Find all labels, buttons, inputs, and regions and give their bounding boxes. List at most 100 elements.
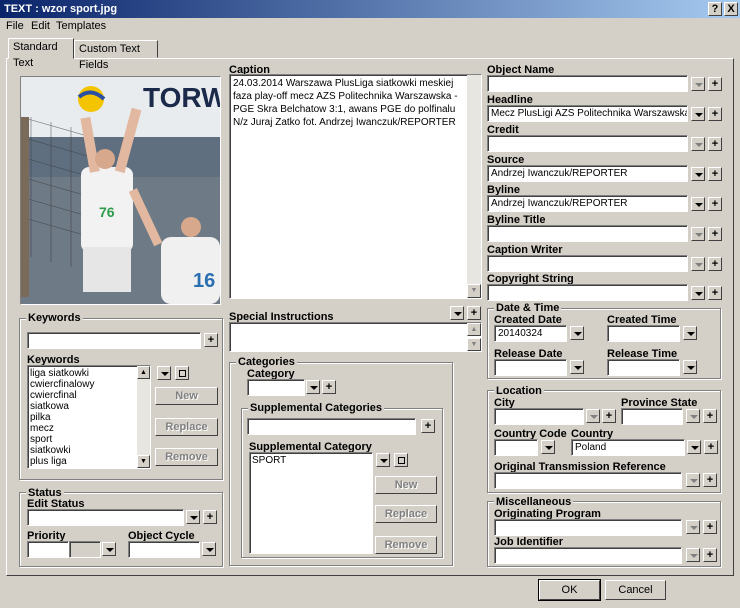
supplemental-category-list[interactable]: SPORT <box>249 452 373 554</box>
special-scroll-up[interactable]: ▲ <box>467 323 481 336</box>
byline-add-button[interactable]: + <box>708 197 722 211</box>
original-transmission-reference-add-button[interactable]: + <box>703 473 717 487</box>
originating-program-input[interactable] <box>494 519 682 536</box>
headline-input[interactable]: Mecz PlusLigi AZS Politechnika Warszawsk… <box>487 105 688 122</box>
byline-input[interactable]: Andrzej Iwanczuk/REPORTER <box>487 195 688 212</box>
caption-textarea[interactable]: 24.03.2014 Warszawa PlusLiga siatkowki m… <box>229 74 482 299</box>
job-identifier-input[interactable] <box>494 547 682 564</box>
province-state-add-button[interactable]: + <box>703 409 717 423</box>
supplemental-replace-button[interactable]: Replace <box>375 505 437 523</box>
object-cycle-input[interactable] <box>128 541 200 558</box>
keyword-item[interactable]: siatkowa <box>30 401 69 412</box>
keyword-item[interactable]: liga siatkowki <box>30 368 89 379</box>
created-date-input[interactable]: 20140324 <box>494 325 567 342</box>
job-identifier-dropdown[interactable] <box>686 548 700 562</box>
byline-title-input[interactable] <box>487 225 688 242</box>
keyword-list-options-icon[interactable] <box>175 366 189 380</box>
credit-add-button[interactable]: + <box>708 137 722 151</box>
credit-dropdown[interactable] <box>691 137 705 151</box>
original-transmission-reference-dropdown[interactable] <box>686 473 700 487</box>
category-add-button[interactable]: + <box>322 380 336 394</box>
keyword-list-dropdown[interactable] <box>157 366 171 380</box>
country-code-dropdown[interactable] <box>541 440 555 454</box>
special-scroll-down[interactable]: ▼ <box>467 338 481 351</box>
tab-standard-text[interactable]: Standard Text <box>8 38 74 69</box>
special-instructions-dropdown[interactable] <box>450 306 464 320</box>
province-state-dropdown[interactable] <box>686 409 700 423</box>
keyword-input[interactable] <box>27 332 201 349</box>
priority-input[interactable] <box>27 541 69 558</box>
supplemental-list-options-icon[interactable] <box>394 453 408 467</box>
keyword-remove-button[interactable]: Remove <box>155 448 218 466</box>
keywords-scrollbar[interactable] <box>137 366 150 468</box>
country-code-input[interactable] <box>494 439 538 456</box>
supplemental-category-item[interactable]: SPORT <box>252 455 286 466</box>
originating-program-add-button[interactable]: + <box>703 520 717 534</box>
help-button[interactable]: ? <box>708 2 722 16</box>
supplemental-new-button[interactable]: New <box>375 476 437 494</box>
ok-button[interactable]: OK <box>538 579 601 601</box>
keywords-scroll-up[interactable]: ▲ <box>137 366 150 379</box>
city-input[interactable] <box>494 408 584 425</box>
special-instructions-textarea[interactable]: ▲ ▼ <box>229 322 482 352</box>
menu-file[interactable]: File <box>6 20 24 32</box>
supplemental-remove-button[interactable]: Remove <box>375 536 437 554</box>
cancel-button[interactable]: Cancel <box>605 580 666 600</box>
created-date-dropdown[interactable] <box>570 326 584 340</box>
release-date-input[interactable] <box>494 359 567 376</box>
edit-status-add-button[interactable]: + <box>203 510 217 524</box>
city-dropdown[interactable] <box>586 409 600 423</box>
keyword-item[interactable]: plus liga <box>30 456 67 467</box>
supplemental-list-dropdown[interactable] <box>376 453 390 467</box>
object-name-dropdown[interactable] <box>691 77 705 91</box>
copyright-add-button[interactable]: + <box>708 286 722 300</box>
priority-dropdown[interactable] <box>102 542 116 556</box>
caption-writer-dropdown[interactable] <box>691 257 705 271</box>
keyword-item[interactable]: cwiercfinalowy <box>30 379 94 390</box>
object-name-input[interactable] <box>487 75 688 92</box>
object-cycle-dropdown[interactable] <box>202 542 216 556</box>
tab-custom-text-fields[interactable]: Custom Text Fields <box>74 40 158 71</box>
originating-program-dropdown[interactable] <box>686 520 700 534</box>
keyword-add-button[interactable]: + <box>204 333 218 347</box>
category-input[interactable] <box>247 379 305 396</box>
province-state-input[interactable] <box>621 408 683 425</box>
keyword-item[interactable]: pilka <box>30 412 51 423</box>
original-transmission-reference-input[interactable] <box>494 472 682 489</box>
caption-scroll-down[interactable]: ▼ <box>467 284 481 298</box>
close-button[interactable]: X <box>724 2 738 16</box>
keyword-item[interactable]: sport <box>30 434 52 445</box>
category-dropdown[interactable] <box>306 380 320 394</box>
created-time-dropdown[interactable] <box>683 326 697 340</box>
edit-status-input[interactable] <box>27 509 184 526</box>
byline-dropdown[interactable] <box>691 197 705 211</box>
copyright-input[interactable] <box>487 284 688 301</box>
byline-title-dropdown[interactable] <box>691 227 705 241</box>
caption-writer-input[interactable] <box>487 255 688 272</box>
special-instructions-add-button[interactable]: + <box>467 306 481 320</box>
country-add-button[interactable]: + <box>704 440 718 454</box>
priority-select[interactable] <box>69 541 101 558</box>
headline-add-button[interactable]: + <box>708 107 722 121</box>
source-add-button[interactable]: + <box>708 167 722 181</box>
supplemental-category-add-button[interactable]: + <box>421 419 435 433</box>
city-add-button[interactable]: + <box>602 409 616 423</box>
menu-edit[interactable]: Edit <box>31 20 50 32</box>
menu-templates[interactable]: Templates <box>56 20 106 32</box>
supplemental-category-input[interactable] <box>247 418 416 435</box>
country-input[interactable]: Poland <box>571 439 685 456</box>
credit-input[interactable] <box>487 135 688 152</box>
keywords-scroll-down[interactable]: ▼ <box>137 455 150 468</box>
object-name-add-button[interactable]: + <box>708 77 722 91</box>
job-identifier-add-button[interactable]: + <box>703 548 717 562</box>
source-input[interactable]: Andrzej Iwanczuk/REPORTER <box>487 165 688 182</box>
release-time-dropdown[interactable] <box>683 360 697 374</box>
caption-writer-add-button[interactable]: + <box>708 257 722 271</box>
country-dropdown[interactable] <box>687 440 701 454</box>
headline-dropdown[interactable] <box>691 107 705 121</box>
keyword-item[interactable]: mecz <box>30 423 54 434</box>
byline-title-add-button[interactable]: + <box>708 227 722 241</box>
release-time-input[interactable] <box>607 359 680 376</box>
keywords-list[interactable]: liga siatkowki cwiercfinalowy cwiercfina… <box>27 365 151 469</box>
copyright-dropdown[interactable] <box>691 286 705 300</box>
